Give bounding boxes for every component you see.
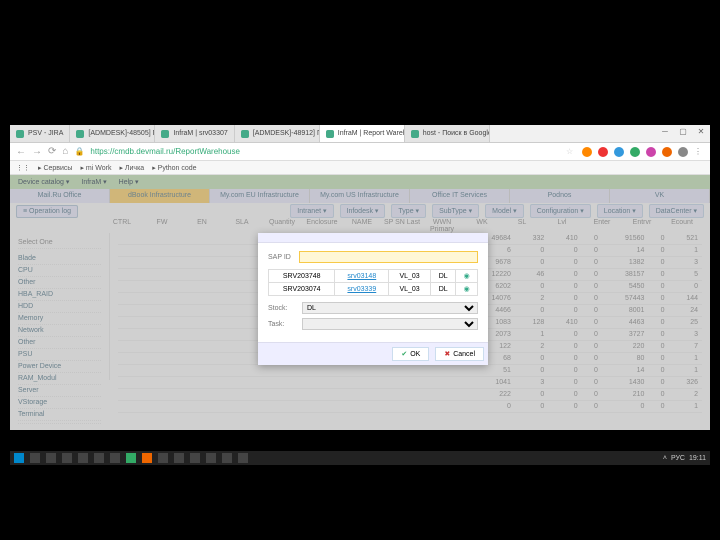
reload-icon[interactable]: ⟳: [48, 146, 56, 157]
app-icon[interactable]: [78, 453, 88, 463]
mfr-cell: DL: [430, 270, 456, 283]
system-tray[interactable]: ˄ РУС 19:11: [663, 455, 706, 462]
app-icon[interactable]: [206, 453, 216, 463]
server-link[interactable]: srv03339: [347, 286, 376, 293]
loc-cell: VL_03: [389, 270, 431, 283]
bookmark-item[interactable]: ▸ Личка: [119, 164, 144, 172]
window-maximize-icon[interactable]: ▢: [676, 127, 690, 136]
menu-dots-icon[interactable]: ⋮: [694, 147, 704, 157]
favicon: [76, 130, 84, 138]
task-select[interactable]: [302, 318, 478, 330]
ext-icon-5[interactable]: [646, 147, 656, 157]
server-link[interactable]: srv03148: [347, 273, 376, 280]
tab-title: [ADMDESK]-48505] Под...: [88, 130, 155, 137]
ext-icon-6[interactable]: [662, 147, 672, 157]
ext-icon-2[interactable]: [598, 147, 608, 157]
sapid-label: SAP ID: [268, 254, 293, 261]
ext-icon-1[interactable]: [582, 147, 592, 157]
browser-tab[interactable]: [ADMDESK]-48912] Под...: [235, 125, 320, 142]
address-bar: ← → ⟳ ⌂ 🔒 https://cmdb.devmail.ru/Report…: [10, 143, 710, 161]
app-icon[interactable]: [174, 453, 184, 463]
tab-title: PSV - JIRA: [28, 130, 63, 137]
dialog-footer: ✔OK ✖Cancel: [258, 342, 488, 365]
start-icon[interactable]: [14, 453, 24, 463]
tab-title: InfraM | Report Wareh...: [338, 130, 405, 137]
task-view-icon[interactable]: [46, 453, 56, 463]
app-icon[interactable]: [142, 453, 152, 463]
tab-title: InfraM | srv03307: [173, 130, 227, 137]
window-close-icon[interactable]: ✕: [694, 127, 708, 136]
window-controls: ─ ▢ ✕: [658, 127, 708, 136]
app-icon[interactable]: [110, 453, 120, 463]
browser-tabbar: PSV - JIRA [ADMDESK]-48505] Под... InfraM …: [10, 125, 710, 143]
stock-select[interactable]: DL: [302, 302, 478, 314]
bookmark-item[interactable]: ▸ Сервисы: [38, 164, 72, 172]
app-icon[interactable]: [222, 453, 232, 463]
url-text[interactable]: https://cmdb.devmail.ru/ReportWarehouse: [90, 147, 240, 156]
app-icon[interactable]: [190, 453, 200, 463]
favicon: [16, 130, 24, 138]
sap-cell: SRV203748: [269, 270, 335, 283]
browser-tab[interactable]: PSV - JIRA: [10, 125, 70, 142]
app-icon[interactable]: [62, 453, 72, 463]
app-icon[interactable]: [158, 453, 168, 463]
favicon: [241, 130, 249, 138]
favicon: [326, 130, 334, 138]
star-icon[interactable]: ☆: [566, 147, 576, 157]
bookmark-item[interactable]: ▸ Python code: [152, 164, 196, 172]
clock[interactable]: 19:11: [689, 455, 706, 462]
ok-button[interactable]: ✔OK: [392, 347, 429, 361]
dialog-row: SRV203074 srv03339 VL_03DL ◉: [269, 283, 478, 296]
tab-title: host - Поиск в Google: [423, 130, 490, 137]
nav-forward-icon[interactable]: →: [32, 146, 42, 157]
browser-tab[interactable]: InfraM | srv03307: [155, 125, 234, 142]
favicon: [161, 130, 169, 138]
ext-icon-7[interactable]: [678, 147, 688, 157]
browser-tab[interactable]: InfraM | Report Wareh...: [320, 125, 405, 142]
lang-indicator[interactable]: РУС: [671, 455, 685, 462]
lock-icon: 🔒: [74, 147, 84, 156]
home-icon[interactable]: ⌂: [62, 146, 68, 157]
nav-back-icon[interactable]: ←: [16, 146, 26, 157]
app-icon[interactable]: [126, 453, 136, 463]
search-icon[interactable]: [30, 453, 40, 463]
stock-label: Stock:: [268, 305, 296, 312]
tab-title: [ADMDESK]-48912] Под...: [253, 130, 320, 137]
bookmark-item[interactable]: ▸ mi Work: [80, 164, 111, 172]
sap-cell: SRV203074: [269, 283, 335, 296]
bookmark-bar: ⋮⋮ ▸ Сервисы ▸ mi Work ▸ Личка ▸ Python code: [10, 161, 710, 175]
ext-icon-4[interactable]: [630, 147, 640, 157]
apps-icon[interactable]: ⋮⋮: [16, 164, 30, 172]
mfr-cell: DL: [430, 283, 456, 296]
window-minimize-icon[interactable]: ─: [658, 127, 672, 136]
cancel-button[interactable]: ✖Cancel: [435, 347, 484, 361]
windows-taskbar[interactable]: ˄ РУС 19:11: [10, 451, 710, 465]
dialog-header[interactable]: [258, 233, 488, 243]
row-action-icon[interactable]: ◉: [464, 273, 470, 280]
app-icon[interactable]: [94, 453, 104, 463]
app-icon[interactable]: [238, 453, 248, 463]
dialog-row: SRV203748 srv03148 VL_03DL ◉: [269, 270, 478, 283]
dialog: SAP ID SRV203748srv03148VL_03DL◉SRV20307…: [258, 233, 488, 365]
favicon: [411, 130, 419, 138]
tray-chevron-icon[interactable]: ˄: [663, 455, 667, 462]
row-action-icon[interactable]: ◉: [464, 286, 470, 293]
ext-icon-3[interactable]: [614, 147, 624, 157]
dialog-table: SRV203748 srv03148 VL_03DL ◉ SRV203074 srv033…: [268, 269, 478, 296]
sapid-input[interactable]: [299, 251, 478, 263]
browser-tab[interactable]: [ADMDESK]-48505] Под...: [70, 125, 155, 142]
extensions: ☆ ⋮: [566, 147, 704, 157]
loc-cell: VL_03: [389, 283, 431, 296]
browser-tab[interactable]: host - Поиск в Google: [405, 125, 490, 142]
task-label: Task:: [268, 321, 296, 328]
